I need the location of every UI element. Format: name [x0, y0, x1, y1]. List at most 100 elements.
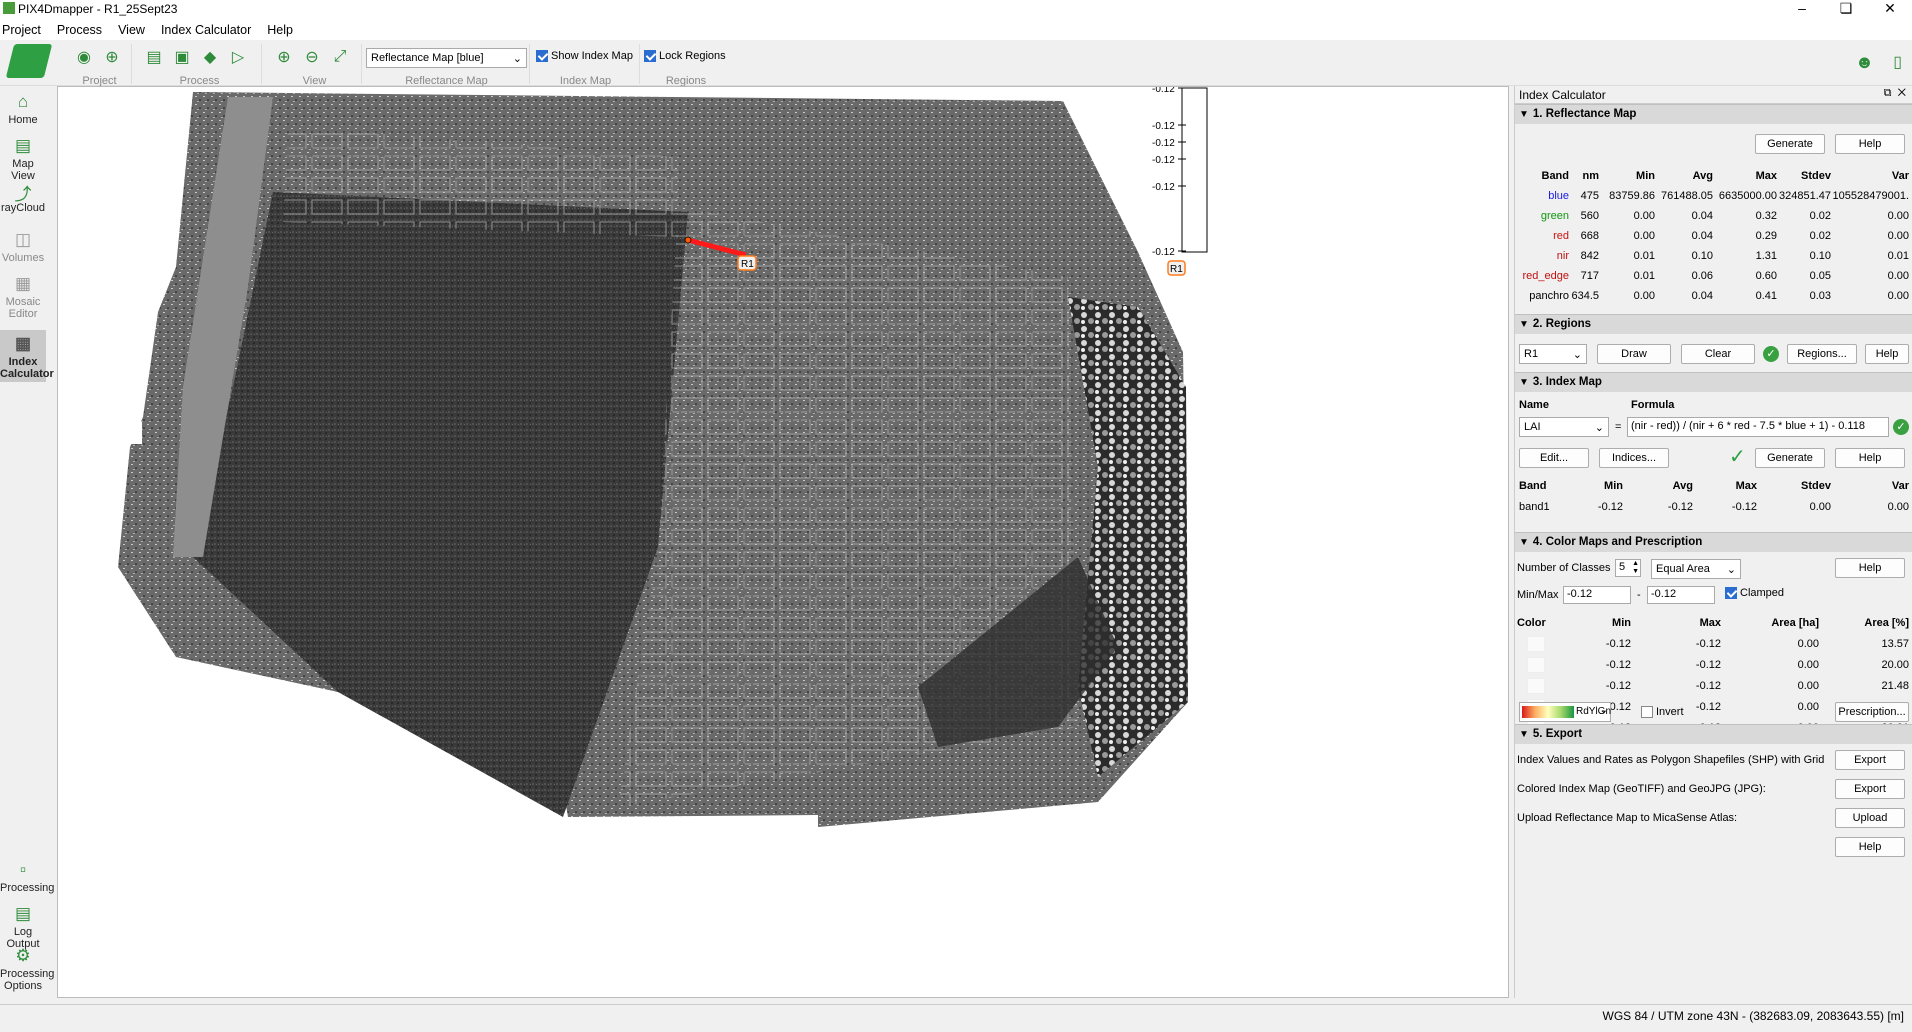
clear-button[interactable]: Clear	[1681, 344, 1755, 364]
sidebar-item-mosaic-editor[interactable]: ▦ Mosaic Editor	[0, 274, 46, 320]
classification-method-select[interactable]: Equal Area ⌄	[1651, 559, 1741, 579]
table-cell: 634.5	[1571, 290, 1599, 302]
checkbox-checked-icon	[1725, 587, 1737, 600]
toolbar-group-view: ⊕ ⊖ ⤢ View	[268, 44, 362, 87]
region-r1-label: R1	[741, 259, 754, 270]
log-icon: ▤	[14, 904, 32, 923]
panel-toggle-icon[interactable]: ▯	[1893, 52, 1902, 72]
index-name-select[interactable]: LAI ⌄	[1519, 417, 1609, 437]
notch	[110, 422, 142, 444]
close-icon[interactable]: ✕	[1898, 87, 1906, 99]
help-button[interactable]: Help	[1835, 448, 1905, 468]
sidebar-item-log-output[interactable]: ▤ Log Output	[0, 904, 46, 950]
sidebar-item-index-calculator[interactable]: ▦ Index Calculator	[0, 330, 54, 382]
section-header[interactable]: ▼ 1. Reflectance Map	[1515, 104, 1912, 124]
regions-button[interactable]: Regions...	[1787, 344, 1857, 364]
menu-project[interactable]: Project	[0, 20, 47, 40]
process-report-icon[interactable]: ▤	[144, 47, 164, 67]
table-cell: -0.12	[1695, 659, 1721, 671]
map-viewport[interactable]: R1 R1 -0.12 -0.12 -0.12 -0.12 -0.12 -0.1…	[57, 86, 1509, 998]
project-target-icon[interactable]: ⊕	[102, 47, 122, 67]
table-cell: -0.12	[1695, 680, 1721, 692]
toolbar-group-regions: Lock Regions Regions	[642, 44, 730, 87]
export-shapefile-label: Index Values and Rates as Polygon Shapef…	[1517, 754, 1827, 766]
zoom-out-icon[interactable]: ⊖	[302, 47, 322, 67]
table-cell: 1.31	[1755, 250, 1777, 262]
help-button[interactable]: Help	[1835, 134, 1905, 154]
export-geotiff-button[interactable]: Export	[1835, 779, 1905, 799]
invert-checkbox[interactable]: Invert	[1641, 706, 1684, 719]
lock-regions-checkbox[interactable]: Lock Regions	[642, 44, 730, 68]
user-icon[interactable]: ☻	[1855, 52, 1874, 73]
zoom-extent-icon[interactable]: ⤢	[330, 47, 350, 67]
sidebar-item-label: Processing Options	[0, 968, 55, 992]
process-folder-icon[interactable]: ▣	[172, 47, 192, 67]
sidebar-item-map-view[interactable]: ▤ Map View	[0, 136, 46, 182]
help-button[interactable]: Help	[1865, 344, 1909, 364]
class-color-swatch[interactable]	[1527, 678, 1545, 694]
column-header: Min	[1612, 617, 1631, 629]
toolbar-group-reflectance: Reflectance Map [blue] ⌄ Reflectance Map	[364, 44, 530, 87]
close-icon[interactable]: ✕	[1868, 0, 1912, 20]
show-index-map-checkbox[interactable]: Show Index Map	[532, 44, 639, 68]
region-select[interactable]: R1 ⌄	[1519, 344, 1587, 364]
class-color-swatch[interactable]	[1527, 636, 1545, 652]
table-cell: 324851.47	[1779, 190, 1831, 202]
orthomosaic-map[interactable]: R1 R1 -0.12 -0.12 -0.12 -0.12 -0.12 -0.1…	[58, 87, 1509, 998]
section-header[interactable]: ▼ 4. Color Maps and Prescription	[1515, 532, 1912, 552]
section-header[interactable]: ▼ 2. Regions	[1515, 314, 1912, 334]
menu-process[interactable]: Process	[55, 20, 108, 40]
formula-input[interactable]: (nir - red)) / (nir + 6 * red - 7.5 * bl…	[1627, 417, 1889, 437]
edit-button[interactable]: Edit...	[1519, 448, 1589, 468]
export-shapefile-button[interactable]: Export	[1835, 750, 1905, 770]
help-button[interactable]: Help	[1835, 837, 1905, 857]
table-cell: 717	[1580, 270, 1599, 282]
sidebar-item-label: rayCloud	[0, 202, 46, 214]
zoom-in-icon[interactable]: ⊕	[274, 47, 294, 67]
window-title: PIX4Dmapper - R1_25Sept23	[18, 2, 178, 16]
section-header[interactable]: ▼ 5. Export	[1515, 724, 1912, 744]
sidebar-item-processing[interactable]: ▫ Processing	[0, 860, 54, 894]
region-r1-handle[interactable]	[684, 236, 692, 244]
classes-spinbox[interactable]: 5 ▲ ▼	[1615, 559, 1641, 577]
maximize-icon[interactable]: ❏	[1824, 0, 1868, 20]
project-open-icon[interactable]: ◉	[74, 47, 94, 67]
undock-icon[interactable]: ⧉	[1884, 87, 1892, 99]
indices-button[interactable]: Indices...	[1599, 448, 1669, 468]
min-input[interactable]: -0.12	[1563, 586, 1631, 604]
class-color-swatch[interactable]	[1527, 657, 1545, 673]
column-header: Max	[1735, 480, 1757, 492]
generate-button[interactable]: Generate	[1755, 448, 1825, 468]
export-geotiff-label: Colored Index Map (GeoTIFF) and GeoJPG (…	[1517, 783, 1766, 795]
checkmark-icon: ✓	[1729, 446, 1746, 468]
column-header: Var	[1891, 170, 1909, 182]
column-header: Band	[1541, 170, 1570, 182]
sidebar-item-volumes[interactable]: ◫ Volumes	[0, 230, 46, 264]
process-run-icon[interactable]: ▷	[228, 47, 248, 67]
minmax-dash: -	[1637, 589, 1641, 601]
table-cell: 0.00	[1797, 659, 1819, 671]
generate-button[interactable]: Generate	[1755, 134, 1825, 154]
sidebar-item-home[interactable]: ⌂ Home	[0, 92, 46, 126]
reflectance-map-select[interactable]: Reflectance Map [blue] ⌄	[366, 48, 527, 68]
section-header[interactable]: ▼ 3. Index Map	[1515, 372, 1912, 392]
sidebar-item-raycloud[interactable]: ⤴ rayCloud	[0, 180, 46, 214]
menu-view[interactable]: View	[116, 20, 151, 40]
draw-button[interactable]: Draw	[1597, 344, 1671, 364]
menu-help[interactable]: Help	[265, 20, 299, 40]
menu-index-calculator[interactable]: Index Calculator	[159, 20, 257, 40]
toolbar: ◉ ⊕ Project ▤ ▣ ◆ ▷ Process ⊕ ⊖ ⤢ View R…	[0, 40, 1912, 87]
process-step-icon[interactable]: ◆	[200, 47, 220, 67]
sidebar-item-processing-options[interactable]: ⚙ Processing Options	[0, 946, 54, 992]
table-cell: 0.32	[1755, 210, 1777, 222]
minimize-icon[interactable]: –	[1780, 0, 1824, 20]
spin-arrows-icon[interactable]: ▲ ▼	[1632, 560, 1639, 576]
clamped-checkbox[interactable]: Clamped	[1725, 587, 1784, 600]
upload-button[interactable]: Upload	[1835, 808, 1905, 828]
raycloud-icon: ⤴	[14, 185, 32, 204]
table-cell: 105528479001.	[1832, 190, 1909, 202]
colormap-select[interactable]: RdYlGn ⌄	[1519, 702, 1611, 722]
prescription-button[interactable]: Prescription...	[1835, 702, 1909, 722]
max-input[interactable]: -0.12	[1647, 586, 1715, 604]
help-button[interactable]: Help	[1835, 558, 1905, 578]
